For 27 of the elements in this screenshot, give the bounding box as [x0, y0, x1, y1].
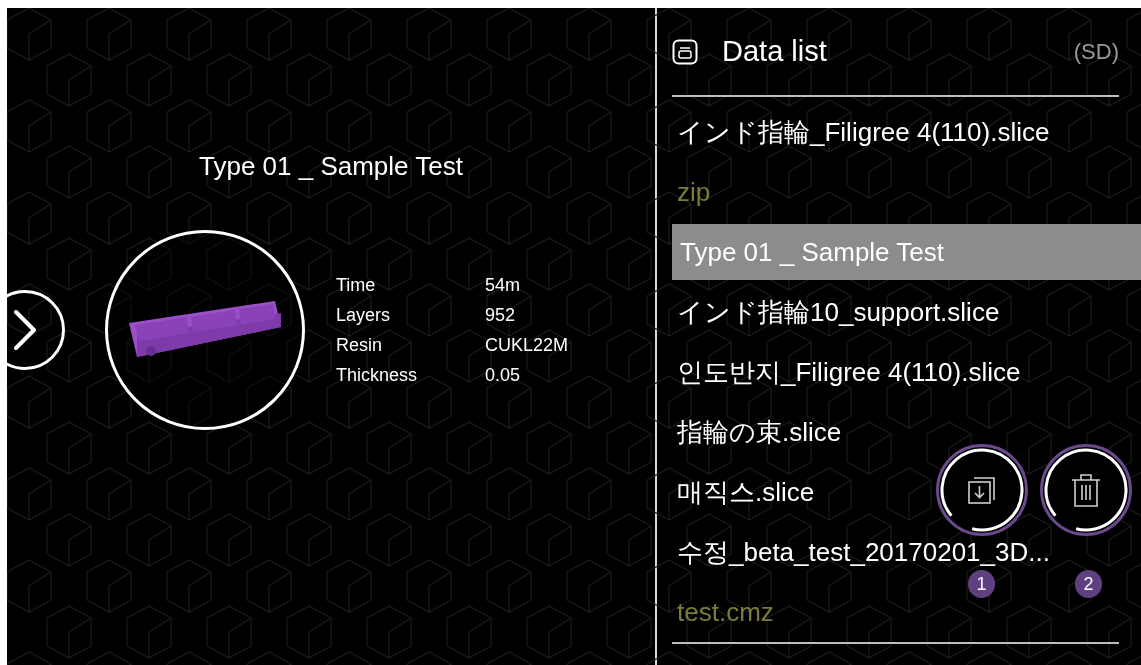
info-label: Thickness — [336, 364, 419, 387]
file-item[interactable]: 인도반지_Filigree 4(110).slice — [672, 356, 1141, 388]
file-item[interactable]: test.cmz — [672, 596, 1141, 628]
file-item[interactable]: インド指輪_Filigree 4(110).slice — [672, 116, 1141, 148]
file-item[interactable]: インド指輪10_support.slice — [672, 296, 1141, 328]
info-value: CUKL22M — [485, 334, 569, 357]
number-badge: 1 — [968, 570, 995, 598]
sd-card-icon — [672, 38, 698, 65]
chevron-right-icon — [12, 309, 38, 351]
file-item[interactable]: 指輪の束.slice — [672, 416, 1141, 448]
info-value: 0.05 — [485, 364, 522, 387]
model-title: Type 01 _ Sample Test — [199, 150, 463, 182]
delete-button[interactable] — [1040, 444, 1132, 536]
next-button[interactable] — [7, 290, 65, 370]
info-value: 54m — [485, 274, 521, 297]
copy-button[interactable] — [936, 444, 1028, 536]
storage-label: (SD) — [1073, 38, 1119, 66]
number-badge: 2 — [1075, 570, 1102, 598]
trash-icon — [1071, 472, 1101, 508]
info-value: 952 — [485, 304, 517, 327]
info-label: Layers — [336, 304, 392, 327]
info-label: Resin — [336, 334, 384, 357]
file-item[interactable]: 수정_beta_test_20170201_3D... — [672, 536, 1141, 568]
file-item[interactable]: zip — [672, 176, 1141, 208]
info-label: Time — [336, 274, 377, 297]
list-title: Data list — [722, 33, 827, 69]
file-item[interactable]: 매직스.slice — [672, 476, 1141, 508]
